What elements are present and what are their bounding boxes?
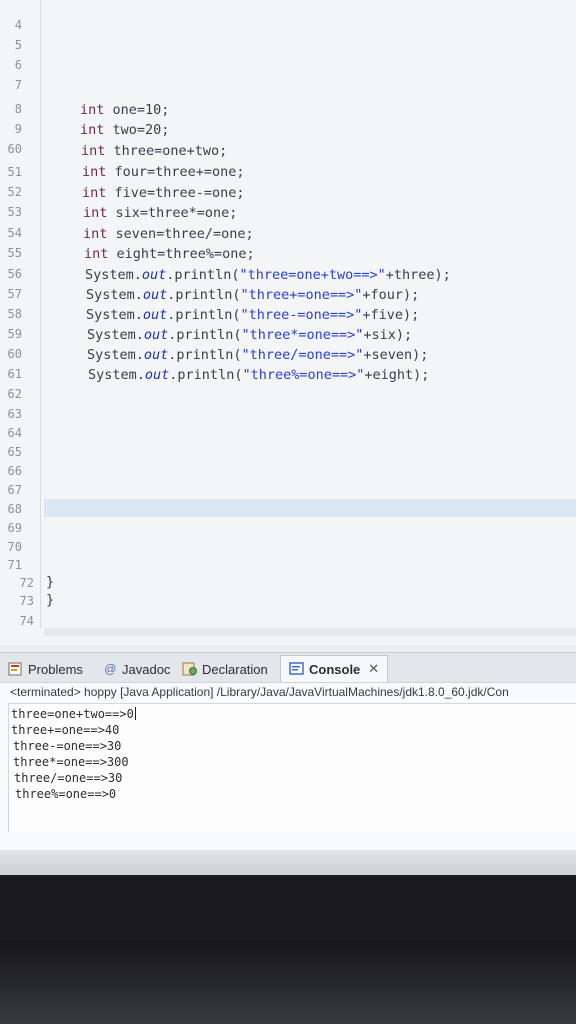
console-output-area[interactable]: three=one+two==>0 three+=one==>40 three-…	[8, 703, 576, 832]
line-number: 63	[7, 407, 22, 421]
line-number: 71	[7, 558, 22, 572]
line-number: 57	[7, 287, 22, 301]
code-line: int eight=three%=one;	[84, 246, 255, 262]
code-line: System.out.println("three*=one==>"+six);	[87, 327, 413, 343]
text-caret	[134, 707, 136, 720]
console-status-line: <terminated> hoppy [Java Application] /L…	[10, 685, 509, 699]
line-number: 73	[19, 594, 34, 608]
tab-console[interactable]: Console ✕	[280, 655, 389, 682]
console-output-line: three/=one==>30	[14, 771, 123, 785]
line-number: 5	[14, 38, 22, 52]
closing-brace: }	[46, 592, 55, 608]
screen-bottom-edge	[0, 850, 576, 875]
line-number: 70	[7, 540, 22, 554]
code-line: System.out.println("three-=one==>"+five)…	[86, 307, 420, 323]
line-number: 54	[7, 226, 22, 240]
closing-brace: }	[46, 574, 55, 590]
line-number: 64	[7, 426, 22, 440]
console-output-line: three%=one==>0	[15, 787, 117, 801]
close-icon[interactable]: ✕	[368, 661, 379, 677]
line-number: 8	[14, 102, 22, 116]
javadoc-at-icon: @	[104, 662, 117, 676]
line-number: 65	[7, 445, 22, 459]
code-line: int two=20;	[80, 122, 170, 138]
line-number: 58	[7, 307, 22, 321]
code-line: System.out.println("three/=one==>"+seven…	[87, 347, 429, 363]
horizontal-scrollbar[interactable]	[44, 628, 576, 636]
console-output-line: three*=one==>300	[13, 755, 129, 769]
line-number: 66	[7, 464, 22, 478]
code-line: int four=three+=one;	[82, 164, 245, 180]
tab-label: Problems	[28, 661, 83, 677]
declaration-icon	[182, 662, 197, 676]
eclipse-window: 4 5 6 7 8 9 60 51 52 53 54 55 56 57 58 5…	[0, 0, 576, 875]
tab-label: Declaration	[202, 661, 268, 677]
code-line: System.out.println("three%=one==>"+eight…	[88, 367, 430, 383]
code-line: int seven=three/=one;	[83, 226, 254, 242]
code-line: int six=three*=one;	[83, 205, 238, 221]
code-line: int five=three-=one;	[82, 185, 245, 201]
tab-label: Javadoc	[122, 661, 171, 677]
line-number: 72	[19, 576, 34, 590]
tab-label: Console	[309, 661, 361, 677]
code-line: System.out.println("three=one+two==>"+th…	[85, 267, 451, 283]
line-number: 9	[14, 122, 22, 136]
line-number: 52	[7, 185, 22, 199]
current-line-highlight	[44, 499, 576, 517]
gutter-divider	[40, 0, 41, 628]
line-number: 62	[7, 387, 22, 401]
problems-icon	[8, 662, 22, 676]
laptop-bezel	[0, 940, 576, 1024]
console-view[interactable]: <terminated> hoppy [Java Application] /L…	[0, 682, 576, 853]
line-number: 51	[7, 165, 22, 179]
code-line: int three=one+two;	[81, 143, 228, 159]
line-number: 55	[7, 246, 22, 260]
line-number: 56	[7, 267, 22, 281]
panel-tab-bar: Problems @ Javadoc Declaration Console ✕	[0, 652, 576, 683]
tab-problems[interactable]: Problems	[8, 657, 83, 681]
line-number: 59	[7, 327, 22, 341]
tab-declaration[interactable]: Declaration	[182, 657, 268, 681]
tab-javadoc[interactable]: @ Javadoc	[104, 657, 170, 681]
line-number: 60	[7, 142, 22, 156]
line-number: 7	[14, 78, 22, 92]
console-output-line: three=one+two==>0	[11, 707, 136, 721]
code-line: int one=10;	[80, 102, 170, 118]
code-line: System.out.println("three+=one==>"+four)…	[86, 287, 420, 303]
line-number: 74	[19, 614, 34, 628]
line-number: 4	[14, 18, 22, 32]
console-icon	[289, 662, 304, 676]
line-number: 61	[7, 367, 22, 381]
line-number: 53	[7, 205, 22, 219]
line-number: 68	[7, 502, 22, 516]
line-number: 67	[7, 483, 22, 497]
console-output-line: three+=one==>40	[11, 723, 120, 737]
line-number: 69	[7, 521, 22, 535]
line-number: 60	[7, 347, 22, 361]
console-output-line: three-=one==>30	[13, 739, 122, 753]
line-number: 6	[14, 58, 22, 72]
code-editor[interactable]: 4 5 6 7 8 9 60 51 52 53 54 55 56 57 58 5…	[0, 0, 576, 645]
